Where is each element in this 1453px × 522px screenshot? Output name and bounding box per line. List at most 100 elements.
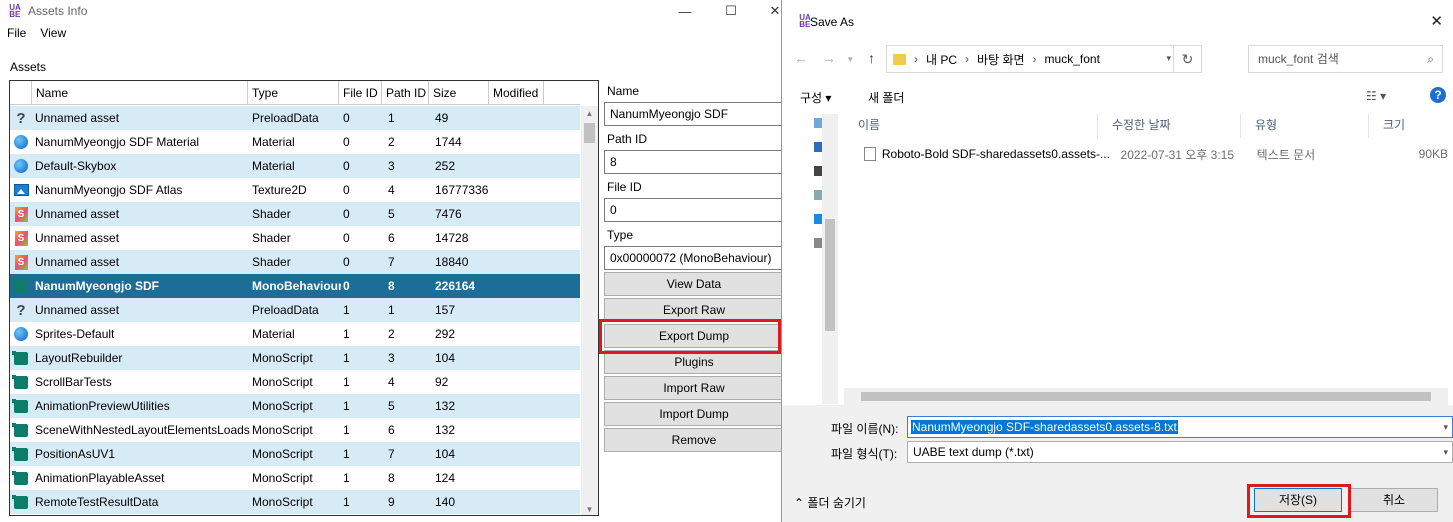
organize-menu[interactable]: 구성 ▾ — [800, 89, 831, 106]
save-button[interactable]: 저장(S) — [1254, 488, 1342, 512]
row-size: 157 — [435, 303, 456, 317]
filetype-label: 파일 형식(T): — [831, 447, 898, 461]
table-row[interactable]: S Unnamed asset Shader 0 7 18840 — [10, 250, 580, 274]
row-size: 49 — [435, 111, 449, 125]
row-file-id: 0 — [343, 183, 350, 197]
view-data-button[interactable]: View Data — [604, 272, 784, 296]
address-dropdown-icon[interactable]: ▾ — [1166, 53, 1171, 64]
filetype-select[interactable]: UABE text dump (*.txt) ▾ — [907, 441, 1453, 463]
header-path-id[interactable]: Path ID — [382, 81, 429, 105]
type-field[interactable]: 0x00000072 (MonoBehaviour) — [604, 246, 784, 270]
refresh-icon[interactable]: ↻ — [1173, 46, 1201, 72]
scroll-down-icon[interactable]: ▼ — [581, 502, 598, 515]
row-path-id: 5 — [388, 207, 395, 221]
breadcrumb-folder[interactable]: muck_font — [1045, 52, 1100, 66]
new-folder-button[interactable]: 새 폴더 — [868, 89, 904, 106]
nav-scrollbar[interactable] — [822, 114, 838, 404]
file-row[interactable]: Roboto-Bold SDF-sharedassets0.assets-...… — [844, 143, 1448, 165]
minimize-icon[interactable]: — — [662, 0, 708, 22]
col-modified[interactable]: 수정한 날짜 — [1098, 114, 1241, 138]
monoscript-icon — [10, 398, 32, 413]
breadcrumb-pc[interactable]: 내 PC — [926, 51, 957, 68]
row-file-id: 1 — [343, 495, 350, 509]
file-list-hscrollbar[interactable] — [844, 388, 1448, 405]
header-file-id[interactable]: File ID — [339, 81, 382, 105]
row-name: Default-Skybox — [35, 159, 117, 173]
path-id-field[interactable]: 8 — [604, 150, 784, 174]
row-name: NanumMyeongjo SDF Atlas — [35, 183, 183, 197]
up-arrow-icon[interactable]: ↑ — [868, 50, 875, 66]
filename-dropdown-icon[interactable]: ▾ — [1443, 417, 1448, 437]
file-id-label: File ID — [607, 180, 642, 194]
assets-grid[interactable]: Name Type File ID Path ID Size Modified … — [9, 80, 599, 516]
table-row[interactable]: SceneWithNestedLayoutElementsLoads MonoSc… — [10, 418, 580, 442]
row-name: Unnamed asset — [35, 231, 120, 245]
row-type: MonoScript — [252, 495, 313, 509]
view-options-icon[interactable]: ☷ ▾ — [1366, 89, 1386, 103]
menu-file[interactable]: File — [0, 26, 33, 44]
breadcrumb-sep-icon: › — [1032, 52, 1037, 66]
plugins-button[interactable]: Plugins — [604, 350, 784, 374]
filetype-dropdown-icon[interactable]: ▾ — [1443, 442, 1448, 462]
shader-icon: S — [10, 230, 32, 246]
breadcrumb-desktop[interactable]: 바탕 화면 — [977, 51, 1025, 68]
header-name[interactable]: Name — [32, 81, 248, 105]
table-row[interactable]: ? Unnamed asset PreloadData 1 1 157 — [10, 298, 580, 322]
col-name[interactable]: 이름 — [844, 114, 1098, 138]
row-path-id: 6 — [388, 231, 395, 245]
table-row[interactable]: Sprites-Default Material 1 2 292 — [10, 322, 580, 346]
table-row[interactable]: PositionAsUV1 MonoScript 1 7 104 — [10, 442, 580, 466]
table-row[interactable]: Default-Skybox Material 0 3 252 — [10, 154, 580, 178]
export-dump-button[interactable]: Export Dump — [604, 324, 784, 348]
import-dump-button[interactable]: Import Dump — [604, 402, 784, 426]
cancel-button[interactable]: 취소 — [1350, 488, 1438, 512]
hide-folders-toggle[interactable]: ⌃ 폴더 숨기기 — [794, 494, 866, 511]
row-name: NanumMyeongjo SDF — [35, 279, 160, 293]
table-row[interactable]: LayoutRebuilder MonoScript 1 3 104 — [10, 346, 580, 370]
table-row[interactable]: NanumMyeongjo SDF Atlas Texture2D 0 4 167773… — [10, 178, 580, 202]
file-id-field[interactable]: 0 — [604, 198, 784, 222]
import-raw-button[interactable]: Import Raw — [604, 376, 784, 400]
row-size: 132 — [435, 399, 456, 413]
col-size[interactable]: 크기 — [1369, 114, 1448, 138]
row-size: 252 — [435, 159, 456, 173]
table-row[interactable]: NanumMyeongjo SDF MonoBehaviour 0 8 226164 — [10, 274, 580, 298]
name-field[interactable]: NanumMyeongjo SDF — [604, 102, 784, 126]
forward-arrow-icon[interactable]: → — [822, 50, 836, 66]
grid-scrollbar[interactable]: ▲ ▼ — [581, 106, 598, 515]
table-row[interactable]: S Unnamed asset Shader 0 6 14728 — [10, 226, 580, 250]
table-row[interactable]: RemoteTestResultData MonoScript 1 9 140 — [10, 490, 580, 514]
dialog-close-icon[interactable]: ✕ — [1430, 12, 1443, 30]
col-type[interactable]: 유형 — [1241, 114, 1369, 138]
remove-button[interactable]: Remove — [604, 428, 784, 452]
search-input[interactable]: muck_font 검색 ⌕ — [1248, 45, 1443, 73]
back-arrow-icon[interactable]: ← — [794, 50, 808, 66]
table-row[interactable]: NanumMyeongjo SDF Material Material 0 2 1744 — [10, 130, 580, 154]
nav-scroll-thumb[interactable] — [825, 219, 835, 331]
export-raw-button[interactable]: Export Raw — [604, 298, 784, 322]
header-modified[interactable]: Modified — [489, 81, 544, 105]
address-bar[interactable]: › 내 PC › 바탕 화면 › muck_font ▾ ↻ — [886, 45, 1202, 73]
scroll-thumb[interactable] — [584, 123, 595, 143]
hscroll-thumb[interactable] — [861, 392, 1431, 401]
row-type: PreloadData — [252, 111, 319, 125]
row-file-id: 1 — [343, 447, 350, 461]
row-size: 14728 — [435, 231, 469, 245]
table-row[interactable]: ScrollBarTests MonoScript 1 4 92 — [10, 370, 580, 394]
recent-dropdown-icon[interactable]: ▾ — [848, 54, 853, 65]
scroll-up-icon[interactable]: ▲ — [581, 106, 598, 120]
row-name: PositionAsUV1 — [35, 447, 116, 461]
header-size[interactable]: Size — [429, 81, 489, 105]
folder-icon — [893, 53, 906, 65]
menu-view[interactable]: View — [33, 26, 73, 44]
filename-input[interactable]: NanumMyeongjo SDF-sharedassets0.assets-8… — [907, 416, 1453, 438]
name-label: Name — [607, 84, 640, 98]
help-icon[interactable]: ? — [1430, 87, 1446, 103]
maximize-icon[interactable]: ☐ — [708, 0, 754, 22]
header-type[interactable]: Type — [248, 81, 339, 105]
table-row[interactable]: ? Unnamed asset PreloadData 0 1 49 — [10, 106, 580, 130]
table-row[interactable]: AnimationPlayableAsset MonoScript 1 8 124 — [10, 466, 580, 490]
row-file-id: 0 — [343, 111, 350, 125]
table-row[interactable]: AnimationPreviewUtilities MonoScript 1 5 132 — [10, 394, 580, 418]
table-row[interactable]: S Unnamed asset Shader 0 5 7476 — [10, 202, 580, 226]
